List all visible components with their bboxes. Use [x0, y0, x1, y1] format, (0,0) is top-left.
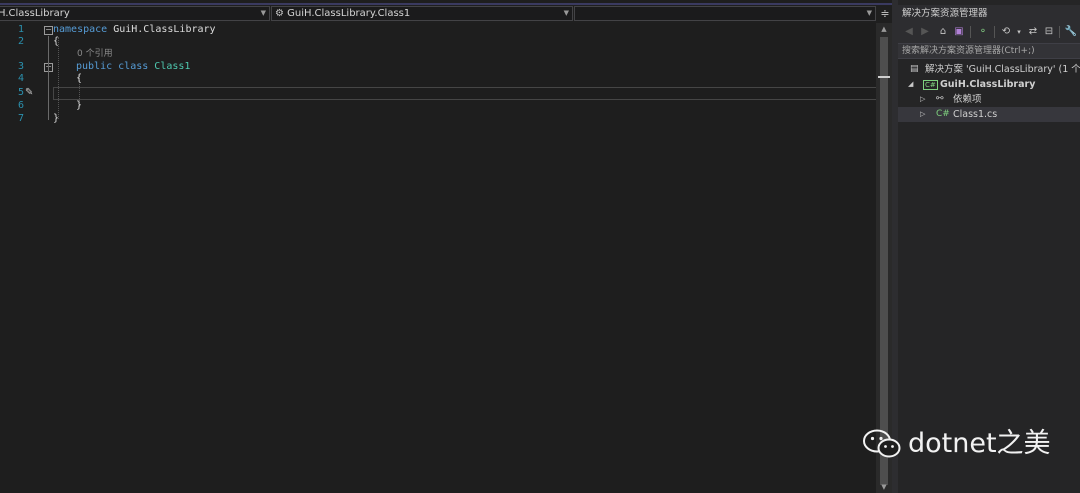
collapse-all-icon[interactable]: ⊟	[1042, 25, 1056, 39]
properties-wrench-icon[interactable]: 🔧	[1064, 25, 1078, 39]
sync-icon[interactable]: ⇄	[1026, 25, 1040, 39]
chevron-down-icon: ▼	[260, 9, 266, 17]
member-dropdown[interactable]: ▼	[574, 6, 876, 21]
csharp-file-icon: C#	[936, 109, 950, 119]
solution-explorer-panel: 解决方案资源管理器 ◀ ▶ ⌂ ▣ ⚬ ⟲ ▾ ⇄ ⊟ 🔧 搜索解决方案资源管理…	[898, 0, 1080, 493]
scroll-up-icon[interactable]: ▲	[876, 23, 892, 35]
tree-item-dependencies[interactable]: ▷ ⚯ 依赖项	[898, 92, 1080, 107]
toolbar-separator	[1059, 26, 1060, 38]
code-line-6: }	[76, 100, 83, 111]
indent-guide	[58, 37, 59, 119]
solution-explorer-title: 解决方案资源管理器	[898, 5, 1080, 22]
keyword-public: public	[76, 61, 113, 72]
tree-item-class1[interactable]: ▷ C# Class1.cs	[898, 107, 1080, 122]
csharp-project-icon: C#	[923, 80, 938, 90]
code-editor[interactable]: 1 2 3 4 5 6 7 ✎ − − namespace GuiH.Class…	[0, 23, 877, 493]
class1-file-label: Class1.cs	[953, 109, 998, 120]
code-line-2: {	[53, 36, 60, 47]
code-lines: − − namespace GuiH.ClassLibrary { 0 个引用 …	[0, 23, 877, 133]
switch-views-icon[interactable]: ▣	[952, 25, 966, 39]
editor-navigation-bar: H.ClassLibrary ▼ ⚙ GuiH.ClassLibrary.Cla…	[0, 5, 895, 23]
pending-changes-filter-icon[interactable]: ⚬	[976, 25, 990, 39]
search-placeholder: 搜索解决方案资源管理器(Ctrl+;)	[902, 46, 1035, 56]
home-icon[interactable]: ⌂	[936, 25, 950, 39]
collapse-namespace-icon[interactable]: −	[44, 26, 53, 35]
collapsed-arrow-icon[interactable]: ▷	[920, 107, 925, 122]
solution-explorer-toolbar: ◀ ▶ ⌂ ▣ ⚬ ⟲ ▾ ⇄ ⊟ 🔧	[898, 22, 1080, 43]
class-name: Class1	[154, 61, 191, 72]
expanded-arrow-icon[interactable]: ◢	[908, 77, 913, 92]
split-editor-icon[interactable]: ≑	[878, 7, 892, 20]
chevron-down-icon: ▼	[563, 9, 569, 17]
chevron-down-icon: ▼	[866, 9, 872, 17]
project-dropdown[interactable]: H.ClassLibrary ▼	[0, 6, 270, 21]
scroll-down-icon[interactable]: ▼	[876, 481, 892, 493]
code-line-3: public class Class1	[76, 61, 190, 73]
chevron-down-icon[interactable]: ▾	[1012, 25, 1026, 39]
solution-icon: ▤	[910, 64, 919, 74]
keyword-class: class	[118, 61, 149, 72]
toolbar-separator	[970, 26, 971, 38]
forward-icon[interactable]: ▶	[918, 25, 932, 39]
dependencies-label: 依赖项	[953, 94, 982, 105]
collapsed-arrow-icon[interactable]: ▷	[920, 92, 925, 107]
tree-item-solution[interactable]: ▤ 解决方案 'GuiH.ClassLibrary' (1 个项目	[898, 62, 1080, 77]
type-dropdown-text: GuiH.ClassLibrary.Class1	[287, 8, 411, 19]
namespace-name: GuiH.ClassLibrary	[107, 24, 216, 35]
current-line-highlight	[53, 87, 877, 100]
vertical-scrollbar[interactable]: ▲ ▼	[876, 23, 892, 493]
project-label: GuiH.ClassLibrary	[940, 79, 1036, 90]
dependencies-icon: ⚯	[936, 94, 944, 104]
project-dropdown-label: H.ClassLibrary	[0, 8, 70, 19]
codelens-references[interactable]: 0 个引用	[77, 48, 113, 60]
solution-label: 解决方案 'GuiH.ClassLibrary' (1 个项目	[925, 64, 1080, 75]
caret-position-marker	[878, 76, 890, 78]
class-icon: ⚙	[275, 8, 284, 19]
type-dropdown-label: ⚙ GuiH.ClassLibrary.Class1	[275, 7, 410, 20]
toolbar-separator	[994, 26, 995, 38]
tree-item-project[interactable]: ◢ C# GuiH.ClassLibrary	[898, 77, 1080, 92]
watermark-text: dotnet之美	[908, 428, 1051, 459]
wechat-icon	[863, 429, 901, 458]
code-line-1: namespace GuiH.ClassLibrary	[53, 24, 216, 36]
solution-explorer-search-input[interactable]: 搜索解决方案资源管理器(Ctrl+;)	[898, 43, 1080, 59]
code-line-7: }	[53, 113, 60, 124]
code-line-4: {	[76, 73, 83, 84]
outline-line	[48, 73, 49, 106]
history-icon[interactable]: ⟲	[999, 25, 1013, 39]
scrollbar-thumb[interactable]	[880, 37, 888, 485]
back-icon[interactable]: ◀	[902, 25, 916, 39]
keyword-namespace: namespace	[53, 24, 108, 35]
type-dropdown[interactable]: ⚙ GuiH.ClassLibrary.Class1 ▼	[271, 6, 573, 21]
